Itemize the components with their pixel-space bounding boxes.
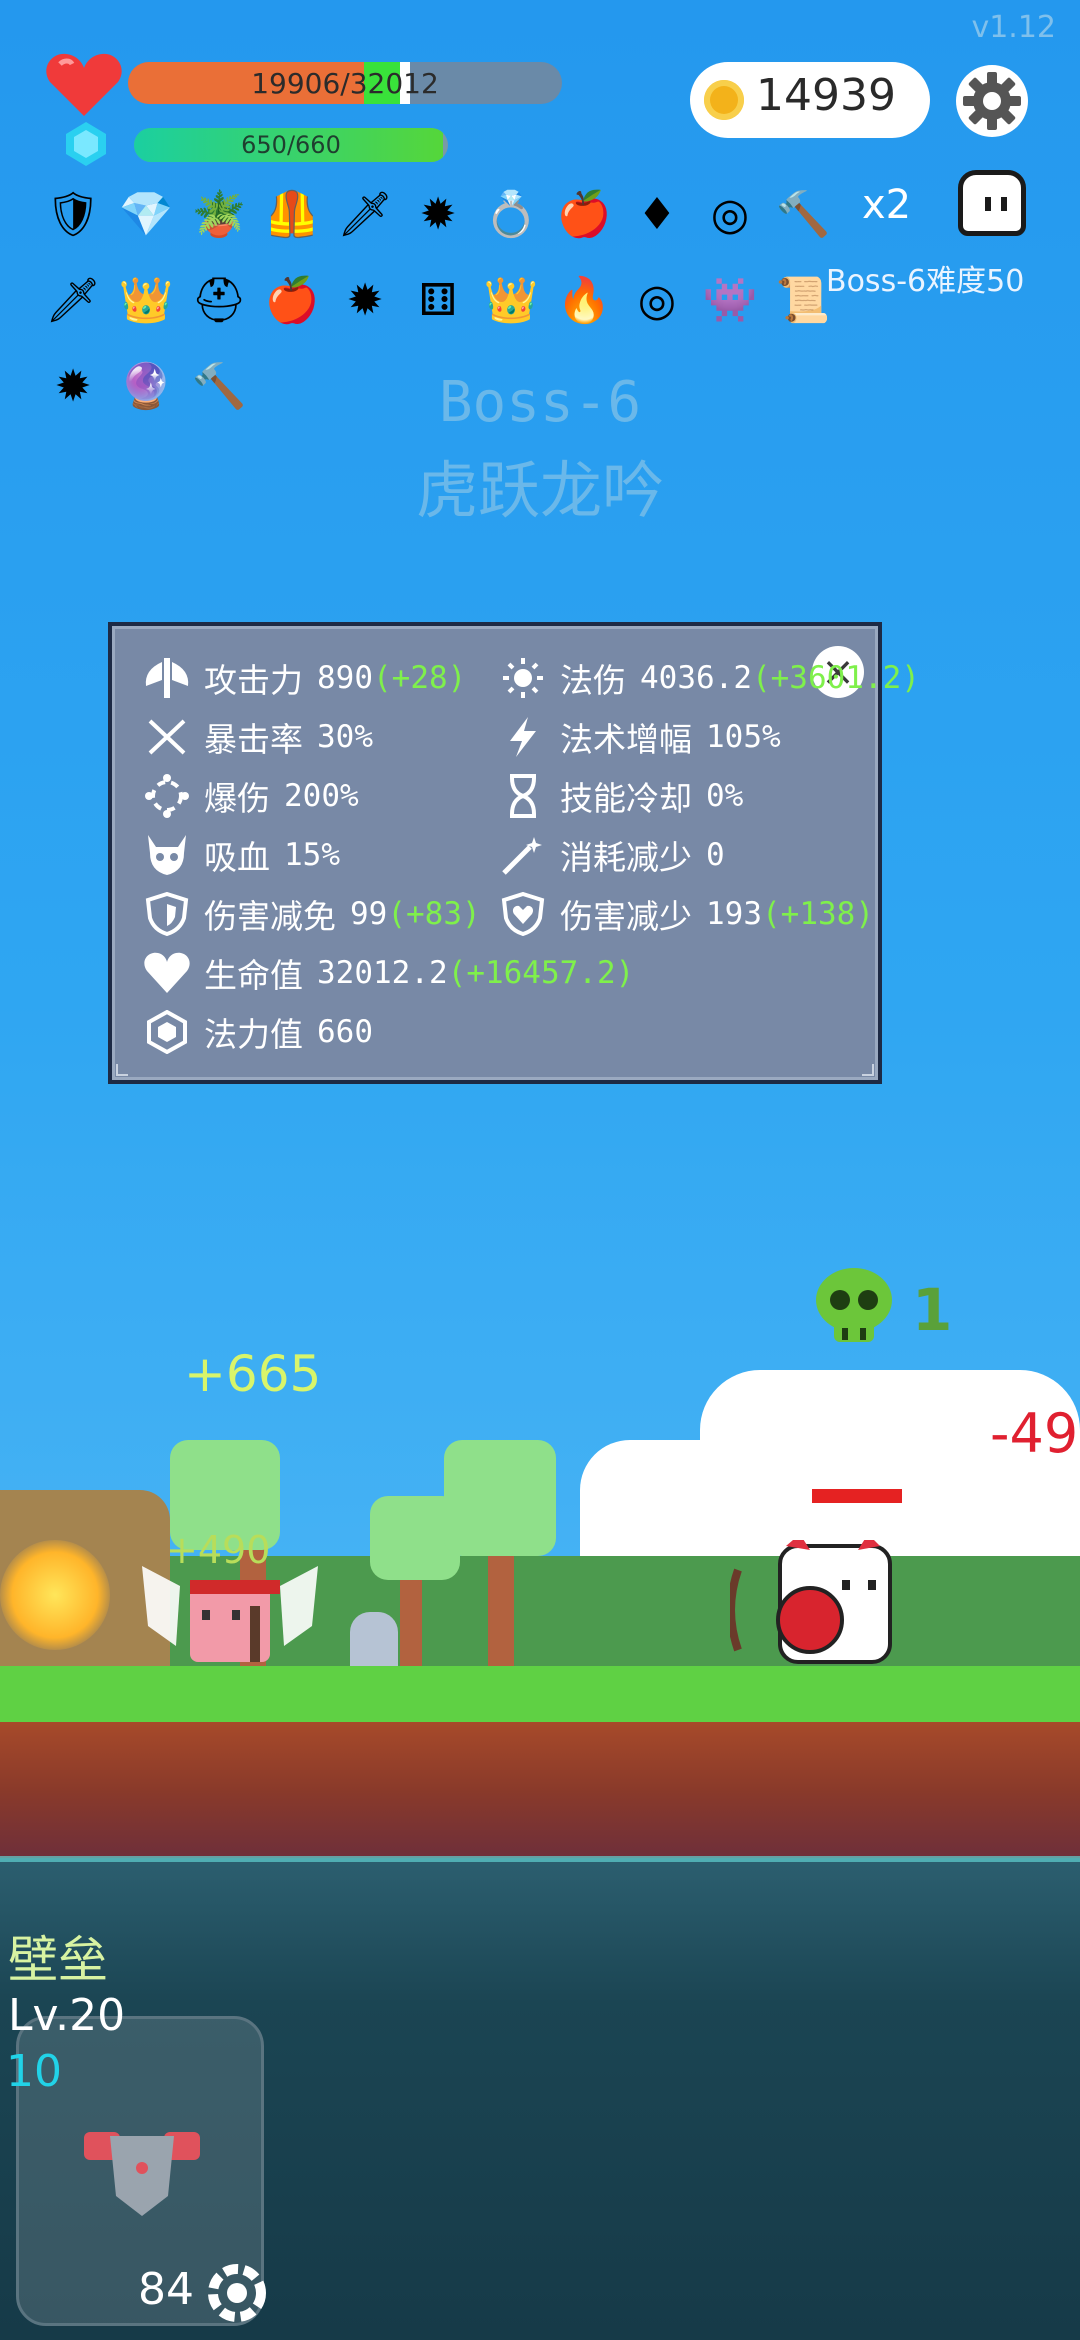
stat-attack: 攻击力 890 (+28) [142, 656, 466, 700]
apple-icon[interactable]: 🍎 [555, 186, 613, 244]
green-monster-icon[interactable]: 👾 [701, 272, 759, 330]
hexagon-gem-icon [142, 1009, 192, 1055]
stat-damage-decrease: 伤害减少 193 (+138) [498, 891, 874, 937]
skill-level: Lv.20 [8, 1990, 126, 2041]
settings-gear-icon[interactable] [955, 64, 1029, 138]
sun-icon [498, 656, 548, 700]
enemy-hp-bar [810, 1487, 904, 1505]
hp-bar: 19906/32012 [128, 62, 562, 104]
diamond-icon[interactable]: 💎 [117, 186, 175, 244]
hp-text: 19906/32012 [251, 66, 439, 100]
tombstone [350, 1612, 398, 1666]
shield-outline-icon [142, 891, 192, 937]
mp-text: 650/660 [241, 131, 341, 159]
panel-corner [862, 1064, 874, 1076]
hammer-icon[interactable]: 🔨 [774, 186, 832, 244]
armor-icon[interactable]: 🦺 [263, 186, 321, 244]
stat-cost-reduce: 消耗减少 0 [498, 833, 725, 877]
stat-crit-rate: 暴击率 30% [142, 715, 373, 759]
water-surface [0, 1856, 1080, 1862]
item-row-1: 🛡 💎 🪴 🦺 🗡 ✹ 💍 🍎 ♦ ◎ 🔨 [44, 186, 847, 244]
burst-icon [142, 774, 192, 818]
crossed-swords-icon [142, 715, 192, 759]
heart-icon [46, 53, 122, 116]
panel-corner [116, 1064, 128, 1076]
armor-skill-icon [84, 2132, 200, 2216]
ruby-icon[interactable]: ♦ [628, 186, 686, 244]
ghost-boss-icon[interactable] [958, 170, 1026, 236]
stat-crit-damage: 爆伤 200% [142, 774, 359, 818]
axe-icon [142, 656, 192, 700]
heart-icon [142, 951, 192, 995]
item-row-2: 🗡 👑 ⛑ 🍎 ✹ ⚅ 👑 🔥 ◎ 👾 📜 [44, 272, 847, 330]
stats-panel: × 攻击力 890 (+28) 暴击率 30% 爆伤 200% 吸血 15% 伤… [108, 622, 920, 1084]
heal-float-text-2: +490 [166, 1528, 271, 1572]
crown-icon[interactable]: 👑 [117, 272, 175, 330]
skull-kill-icon [816, 1268, 892, 1342]
flame-torch-icon[interactable]: 🔥 [555, 272, 613, 330]
damage-float-text: -490 [990, 1402, 1080, 1465]
hourglass-icon [498, 774, 548, 818]
spiked-mace-icon[interactable]: ✹ [409, 186, 467, 244]
dice-icon[interactable]: ⚅ [409, 272, 467, 330]
hero-character [142, 1566, 318, 1662]
boss-stage-label: Boss-6 [438, 370, 642, 435]
lightning-icon [498, 715, 548, 759]
ring-icon[interactable]: 💍 [482, 186, 540, 244]
skill-count: 84 [138, 2264, 194, 2315]
shield-heart-icon [498, 891, 548, 937]
enemy-name: 精英弓兵 [782, 1385, 935, 1429]
stat-damage-reduce: 伤害减免 99 (+83) [142, 891, 481, 937]
speed-multiplier[interactable]: x2 [862, 182, 911, 228]
mana-gem-icon [66, 122, 106, 166]
dagger-icon[interactable]: 🗡 [44, 272, 102, 330]
boss-difficulty: Boss-6难度50 [826, 264, 1025, 299]
coin-counter: 14939 [690, 62, 930, 138]
skill-cycle-icon[interactable] [204, 2260, 270, 2326]
crown-icon[interactable]: 👑 [482, 272, 540, 330]
stat-cooldown: 技能冷却 0% [498, 774, 743, 818]
stat-spell-amp: 法术增幅 105% [498, 715, 781, 759]
apple-icon[interactable]: 🍎 [263, 272, 321, 330]
coin-icon [704, 80, 744, 120]
stat-magic-damage: 法伤 4036.2 (+3601.2) [498, 656, 920, 700]
enemy-archer [730, 1540, 892, 1664]
spiked-mace-icon[interactable]: ✹ [336, 272, 394, 330]
fire-burst [0, 1540, 110, 1650]
tree-top [444, 1440, 556, 1556]
disc-icon[interactable]: ◎ [701, 186, 759, 244]
coin-value: 14939 [756, 70, 896, 121]
demon-skull-icon [142, 833, 192, 877]
stat-mp: 法力值 660 [142, 1009, 373, 1055]
disc-icon[interactable]: ◎ [628, 272, 686, 330]
stat-lifesteal: 吸血 15% [142, 833, 340, 877]
scroll-icon[interactable]: 📜 [774, 272, 832, 330]
kill-count: 1 [912, 1276, 953, 1344]
potted-plant-icon[interactable]: 🪴 [190, 186, 248, 244]
shield-icon[interactable]: 🛡 [44, 186, 102, 244]
tree-trunk [488, 1540, 514, 1666]
skill-number: 10 [6, 2046, 62, 2097]
stage-title: 虎跃龙吟 [415, 454, 664, 527]
stat-hp: 生命值 32012.2 (+16457.2) [142, 951, 634, 995]
skill-name: 壁垒 [8, 1931, 108, 1989]
heal-float-text: +665 [184, 1345, 322, 1403]
dirt-layer [0, 1722, 1080, 1858]
mp-bar: 650/660 [134, 128, 448, 162]
helmet-icon[interactable]: ⛑ [190, 272, 248, 330]
magic-wand-icon [498, 833, 548, 877]
version-label: v1.12 [971, 10, 1056, 45]
sword-icon[interactable]: 🗡 [336, 186, 394, 244]
enemy-level: Level 199 [780, 1428, 987, 1472]
